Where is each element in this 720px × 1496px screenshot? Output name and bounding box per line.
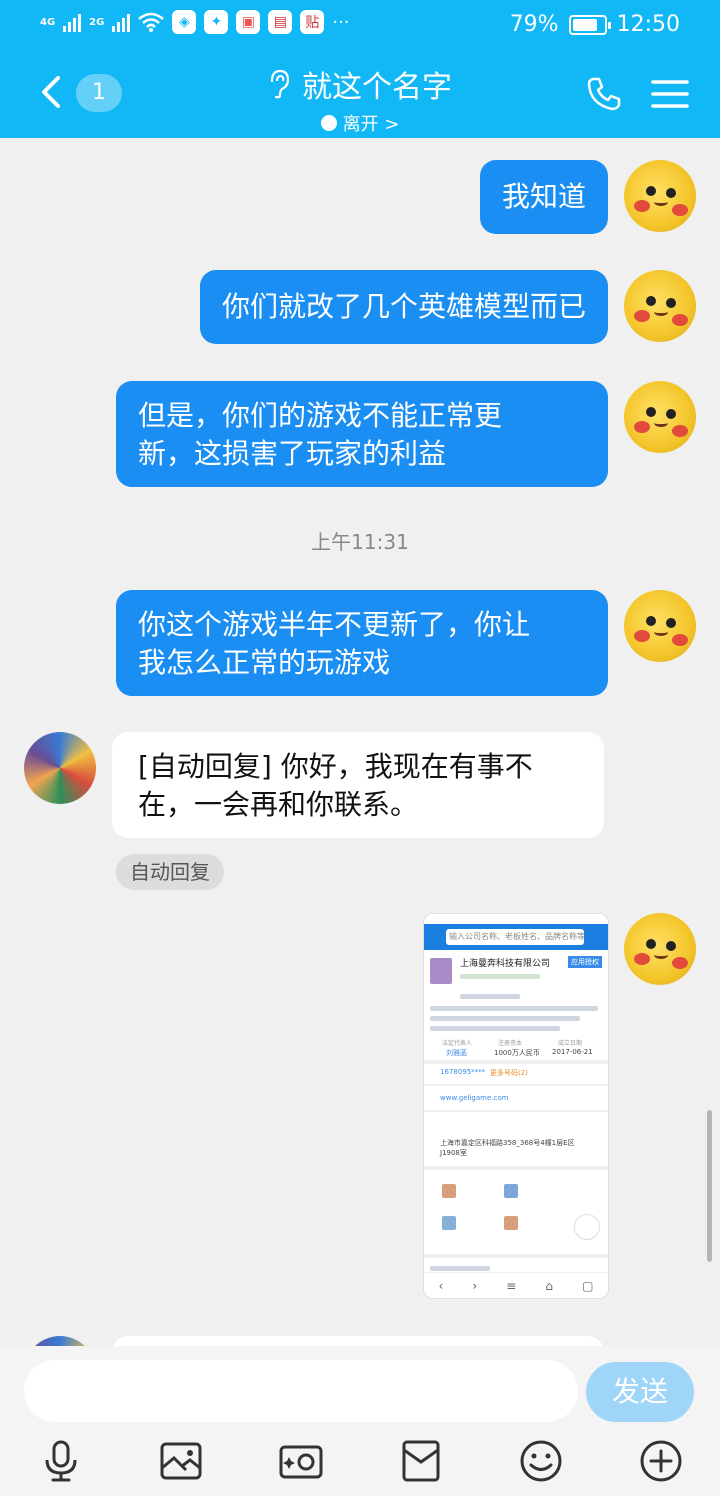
wifi-icon (138, 12, 165, 32)
chat-header: 4G 2G ◈ ✦ ▣ ▤ 贴 ··· 79% 12:50 1 就这个名字 离开… (0, 0, 720, 138)
bulb-notification-icon: ✦ (204, 10, 229, 34)
message-bubble[interactable]: 你们就改了几个英雄模型而已 (199, 270, 608, 344)
image-message[interactable]: 输入公司名称、老板姓名、品牌名称等 上海曼奔科技有限公司 应用授权 法定代表人 … (423, 913, 609, 1299)
status-right: 79% 12:50 (510, 12, 680, 37)
message-text: 我知道 (501, 180, 586, 213)
presence-text: 离开 > (342, 114, 400, 135)
scrollbar[interactable] (707, 1110, 712, 1262)
image-search-text: 输入公司名称、老板姓名、品牌名称等 (449, 932, 585, 941)
book-notification-icon: ▤ (268, 10, 293, 34)
image-icon[interactable] (156, 1436, 206, 1486)
auto-reply-tag: 自动回复 (116, 854, 224, 890)
image-date-label: 成立日期 (558, 1040, 583, 1047)
my-avatar[interactable] (624, 913, 696, 985)
presence-status[interactable]: 离开 > (320, 110, 400, 136)
message-text: 你们就改了几个英雄模型而已 (221, 290, 586, 323)
ear-icon (270, 69, 290, 99)
message-line: 我怎么正常的玩游戏 (138, 646, 391, 679)
app-notification-icon: ◈ (172, 10, 197, 34)
status-left: 4G 2G ◈ ✦ ▣ ▤ 贴 ··· (40, 10, 350, 34)
red-packet-icon[interactable] (396, 1436, 446, 1486)
menu-icon[interactable] (650, 74, 690, 114)
chat-title: 就这个名字 (302, 70, 452, 105)
message-line: 但是，你们的游戏不能正常更 (138, 399, 503, 432)
clock: 12:50 (616, 12, 680, 37)
emoji-icon[interactable] (516, 1436, 566, 1486)
plus-icon[interactable] (636, 1436, 686, 1486)
image-scroll-top-button (574, 1214, 600, 1240)
message-line: 新，这损害了玩家的利益 (138, 437, 447, 470)
tieba-notification-icon: 贴 (300, 10, 325, 34)
image-company-name: 上海曼奔科技有限公司 (460, 959, 551, 969)
image-rep: 刘雅菡 (446, 1049, 467, 1057)
my-avatar[interactable] (624, 590, 696, 662)
back-arrow-icon[interactable] (36, 72, 66, 112)
message-bubble[interactable]: 你这个游戏半年不更新了，你让 我怎么正常的玩游戏 (116, 590, 608, 696)
image-button: 应用授权 (568, 956, 602, 968)
message-line: 你这个游戏半年不更新了，你让 (138, 608, 531, 641)
presence-row: 离开 > (200, 106, 520, 136)
image-address: 上海市嘉定区科福路358_368号4幢1层E区J1908室 (440, 1139, 575, 1157)
message-input[interactable] (24, 1360, 578, 1422)
contact-avatar[interactable] (24, 732, 96, 804)
image-status-bar (424, 914, 608, 922)
image-capital: 1000万人民币 (494, 1049, 540, 1057)
message-line: 在，一会再和你联系。 (138, 788, 419, 821)
network-type-2: 2G (89, 16, 105, 28)
battery-fill (572, 18, 597, 31)
message-bubble[interactable]: 我知道 (479, 160, 608, 234)
mic-icon[interactable] (36, 1436, 86, 1486)
send-button[interactable]: 发送 (586, 1362, 694, 1422)
battery-icon (568, 14, 611, 35)
image-phone: 1678095**** (440, 1068, 486, 1076)
image-website: www.geligame.com (440, 1094, 509, 1102)
message-list[interactable]: 我知道 你们就改了几个英雄模型而已 但是，你们的游戏不能正常更 新，这损害了玩家… (0, 138, 720, 1346)
chat-title-area[interactable]: 就这个名字 离开 > (200, 62, 520, 136)
unread-badge[interactable]: 1 (76, 74, 122, 112)
phone-icon[interactable] (584, 74, 624, 114)
message-line: [自动回复] 你好，我现在有事不 (138, 750, 533, 783)
message-bubble-partial[interactable] (112, 1336, 604, 1346)
contact-avatar[interactable] (24, 1336, 96, 1346)
image-phone-more: 更多号码(2) (490, 1069, 528, 1077)
signal-icon-2 (112, 12, 131, 32)
image-rep-label: 法定代表人 (442, 1040, 473, 1047)
image-nav-bar: ‹ › ≡ ⌂ ▢ (424, 1272, 608, 1298)
composer: 发送 (0, 1346, 720, 1496)
image-capital-label: 注册资本 (498, 1040, 523, 1047)
my-avatar[interactable] (624, 160, 696, 232)
image-date: 2017-06-21 (552, 1048, 593, 1056)
my-avatar[interactable] (624, 381, 696, 453)
image-search-bar: 输入公司名称、老板姓名、品牌名称等 (424, 924, 608, 950)
image-company-logo (430, 958, 452, 984)
signal-icon (63, 12, 82, 32)
message-timestamp: 上午11:31 (311, 530, 409, 554)
my-avatar[interactable] (624, 270, 696, 342)
camera-icon[interactable] (276, 1436, 326, 1486)
more-notifications-icon: ··· (332, 11, 350, 33)
message-bubble[interactable]: 但是，你们的游戏不能正常更 新，这损害了玩家的利益 (116, 381, 608, 487)
battery-percent: 79% (509, 12, 559, 37)
away-clock-icon (320, 115, 337, 131)
status-bar: 4G 2G ◈ ✦ ▣ ▤ 贴 ··· 79% 12:50 (0, 0, 720, 50)
chat-title-row: 就这个名字 (268, 62, 452, 106)
app-notification-icon: ▣ (236, 10, 261, 34)
message-bubble[interactable]: [自动回复] 你好，我现在有事不 在，一会再和你联系。 (112, 732, 604, 838)
network-type-1: 4G (40, 16, 56, 28)
